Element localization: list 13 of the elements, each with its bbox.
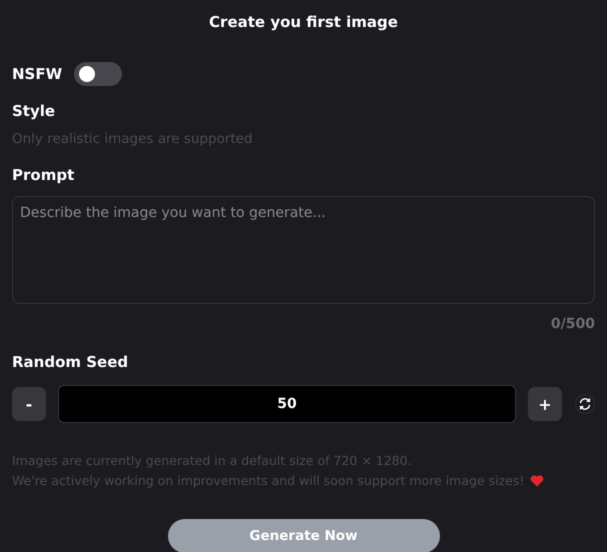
prompt-label: Prompt — [12, 165, 76, 186]
page-title: Create you first image — [208, 12, 399, 32]
style-label: Style — [12, 101, 56, 122]
seed-label: Random Seed — [12, 352, 130, 373]
heart-icon — [530, 475, 544, 487]
nsfw-toggle[interactable] — [74, 62, 122, 86]
seed-field[interactable]: 50 — [58, 385, 516, 423]
refresh-icon[interactable] — [575, 394, 595, 414]
nsfw-label: NSFW — [12, 64, 62, 85]
increment-button[interactable]: + — [528, 387, 562, 421]
character-counter: 0/500 — [550, 315, 595, 334]
prompt-field[interactable]: Describe the image you want to generate... — [12, 196, 595, 304]
decrement-button[interactable]: - — [12, 387, 46, 421]
